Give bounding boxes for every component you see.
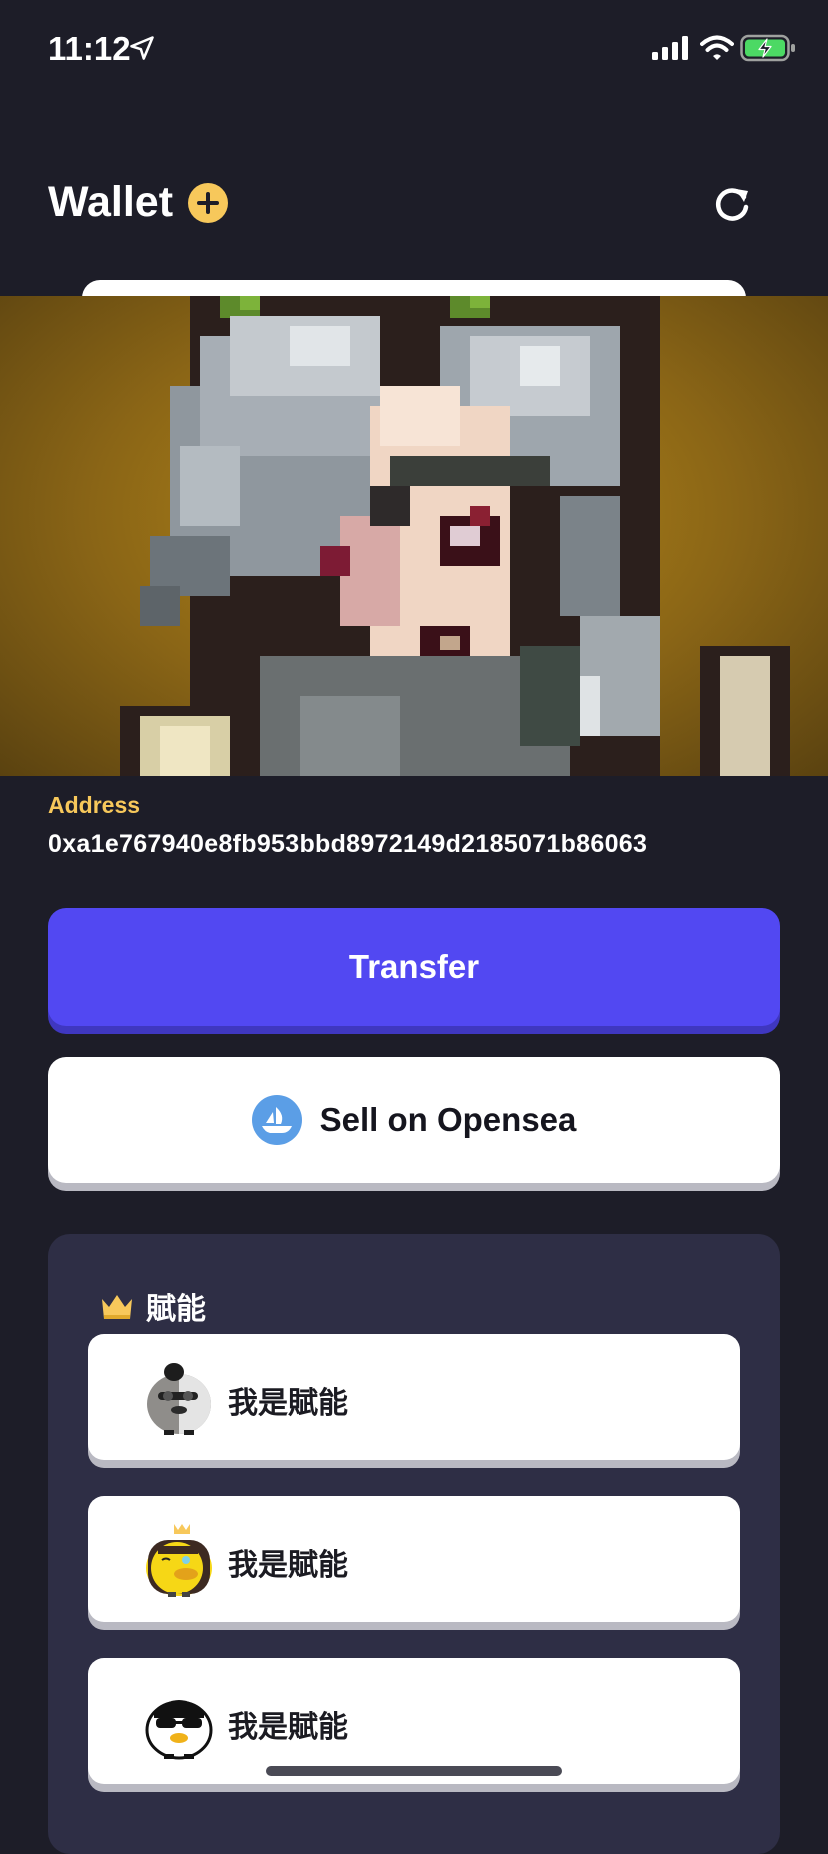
- ability-card[interactable]: 我是賦能: [88, 1334, 740, 1460]
- refresh-icon[interactable]: [710, 183, 754, 227]
- cellular-signal-icon: [652, 36, 688, 60]
- page-title: Wallet: [48, 178, 174, 226]
- duck-avatar-icon: [146, 1524, 212, 1597]
- ability-label: 我是賦能: [228, 1549, 348, 1582]
- wifi-icon: [700, 35, 734, 60]
- battery-charging-icon: [740, 34, 795, 62]
- status-time: 11:12: [48, 30, 131, 67]
- crown-icon: [102, 1295, 132, 1319]
- sell-on-opensea-button[interactable]: Sell on Opensea: [48, 1057, 780, 1183]
- home-indicator[interactable]: [266, 1766, 562, 1776]
- duck-avatar-icon: [147, 1363, 211, 1435]
- ability-card[interactable]: 我是賦能: [88, 1496, 740, 1622]
- opensea-logo-icon: [251, 1095, 302, 1145]
- address-label: Address: [48, 792, 141, 818]
- duck-avatar-icon: [145, 1700, 213, 1760]
- abilities-panel: 賦能 我是賦能 我是賦能 我是賦能: [48, 1234, 780, 1854]
- abilities-header: 賦能: [100, 1284, 206, 1328]
- abilities-title: 賦能: [146, 1293, 206, 1326]
- ability-label: 我是賦能: [228, 1711, 348, 1744]
- add-wallet-button[interactable]: [188, 183, 228, 223]
- pixel-art-character: [120, 296, 790, 776]
- plus-icon: [197, 192, 219, 214]
- transfer-button[interactable]: Transfer: [48, 908, 780, 1026]
- nft-image[interactable]: [0, 296, 828, 776]
- ability-label: 我是賦能: [228, 1387, 348, 1420]
- location-arrow-icon: [130, 36, 154, 60]
- wallet-address: 0xa1e767940e8fb953bbd8972149d2185071b860…: [48, 830, 648, 858]
- sell-on-opensea-label: Sell on Opensea: [319, 1101, 577, 1138]
- status-bar: 11:12: [0, 0, 828, 100]
